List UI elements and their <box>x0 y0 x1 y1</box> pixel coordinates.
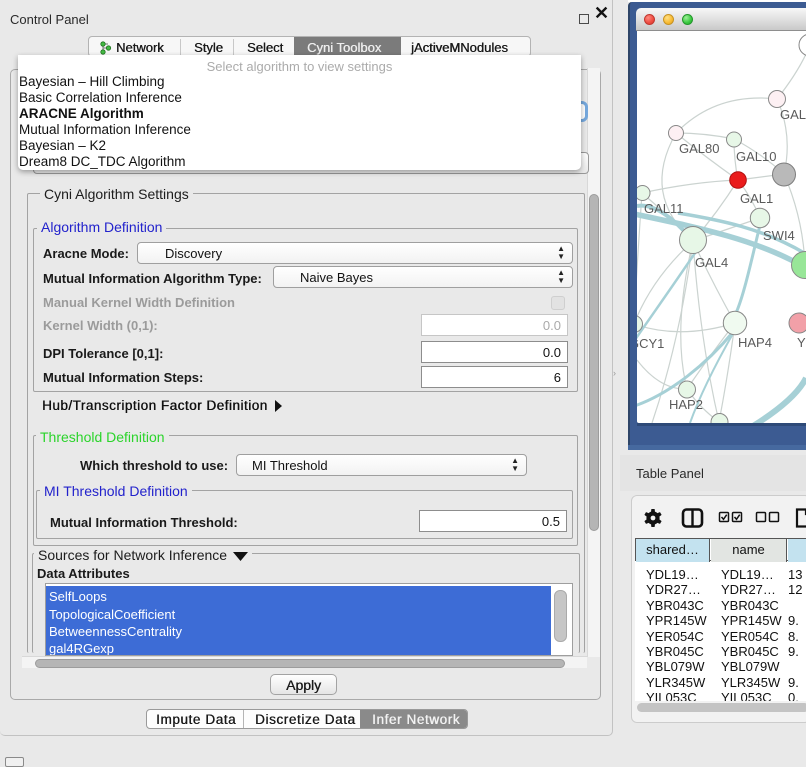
svg-text:GAL11: GAL11 <box>644 201 684 216</box>
svg-text:GCY1: GCY1 <box>637 336 664 351</box>
svg-text:GAL10: GAL10 <box>736 149 776 164</box>
svg-text:GAL4: GAL4 <box>695 255 728 270</box>
svg-text:SWI4: SWI4 <box>763 228 795 243</box>
svg-text:HAP2: HAP2 <box>669 397 703 412</box>
svg-text:GAL1: GAL1 <box>740 191 773 206</box>
svg-text:GAL80: GAL80 <box>679 141 719 156</box>
svg-text:Y: Y <box>797 335 806 350</box>
svg-text:GAL7: GAL7 <box>780 107 806 122</box>
svg-text:HAP4: HAP4 <box>738 335 772 350</box>
